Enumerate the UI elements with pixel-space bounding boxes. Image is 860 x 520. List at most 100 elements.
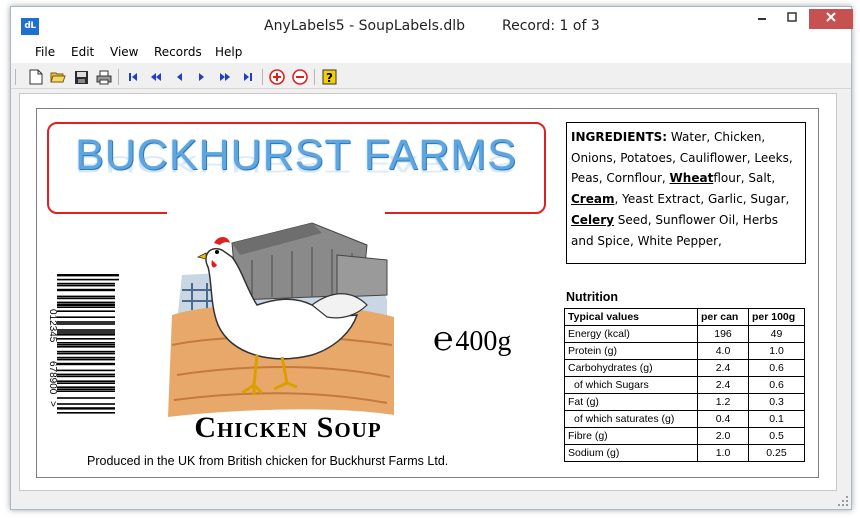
print-button[interactable]: [95, 68, 113, 86]
per-can-value: 2.0: [697, 427, 749, 445]
nutrition-row: Fat (g) 1.2 0.3: [564, 393, 805, 411]
per-100g-value: 49: [748, 325, 805, 343]
chicken-illustration[interactable]: [162, 205, 397, 420]
barcode[interactable]: 5 012345 678900 >: [43, 272, 123, 417]
barcode-bar: [57, 316, 115, 318]
next-record-icon: [199, 73, 204, 81]
add-record-button[interactable]: [268, 68, 286, 86]
per-100g-value: 0.5: [748, 427, 805, 445]
barcode-bar: [57, 362, 115, 366]
design-canvas[interactable]: BUCKHURST FARMS BUCKHURST FARMS 012345 6…: [19, 93, 837, 491]
allergen-celery: Celery: [571, 212, 614, 227]
column-header: per can: [697, 308, 749, 326]
toolbar-separator: [118, 69, 119, 85]
maximize-icon: [787, 12, 797, 22]
barcode-bar: [57, 397, 115, 399]
new-button[interactable]: [27, 68, 45, 86]
per-100g-value: 0.1: [748, 410, 805, 428]
per-100g-value: 1.0: [748, 342, 805, 360]
nutrition-row: Energy (kcal) 196 49: [564, 325, 805, 343]
nutrition-table[interactable]: Typical values per can per 100g Energy (…: [564, 308, 805, 462]
app-window: dL AnyLabels5 - SoupLabels.dlb Record: 1…: [10, 6, 853, 510]
toolbar: ?: [11, 65, 851, 89]
allergen-wheat: Wheat: [669, 171, 714, 186]
open-icon: [50, 72, 66, 83]
nutrient-name: Energy (kcal): [564, 325, 698, 343]
barcode-bar: [57, 342, 115, 344]
add-record-icon: [269, 69, 285, 85]
barcode-bar: [57, 388, 115, 390]
soup-label[interactable]: BUCKHURST FARMS BUCKHURST FARMS 012345 6…: [36, 108, 819, 478]
svg-text:?: ?: [326, 71, 333, 85]
save-button[interactable]: [72, 68, 90, 86]
menu-help[interactable]: Help: [215, 45, 242, 59]
column-header: Typical values: [564, 308, 698, 326]
menu-records[interactable]: Records: [154, 45, 202, 59]
help-icon: ?: [322, 69, 336, 85]
barcode-bar: [57, 375, 115, 378]
menu-edit[interactable]: Edit: [71, 45, 94, 59]
menu-file[interactable]: File: [35, 45, 55, 59]
help-button[interactable]: ?: [320, 68, 338, 86]
menu-view[interactable]: View: [110, 45, 138, 59]
per-can-value: 4.0: [697, 342, 749, 360]
ingredients-box[interactable]: INGREDIENTS: Water, Chicken, Onions, Pot…: [566, 122, 806, 264]
per-can-value: 196: [697, 325, 749, 343]
ingredients-text: , Yeast Extract, Garlic, Sugar,: [614, 192, 790, 207]
maximize-button[interactable]: [777, 9, 807, 29]
barcode-bar: [57, 297, 115, 300]
barcode-bar: [57, 356, 115, 359]
allergen-cream: Cream: [571, 192, 615, 207]
barcode-bar: [57, 331, 115, 333]
barcode-bar: [57, 390, 115, 392]
barcode-bar: [57, 382, 115, 384]
first-record-button[interactable]: [124, 68, 142, 86]
delete-record-button[interactable]: [291, 68, 309, 86]
toolbar-separator: [314, 69, 315, 85]
product-name[interactable]: Chicken Soup: [163, 411, 413, 445]
barcode-bar: [57, 303, 115, 306]
open-button[interactable]: [49, 68, 67, 86]
column-header: per 100g: [748, 308, 805, 326]
barcode-bar: [57, 323, 115, 325]
barcode-bar: [57, 306, 115, 308]
nutrient-name: of which saturates (g): [564, 410, 698, 428]
barcode-bar: [57, 321, 115, 323]
origin-statement[interactable]: Produced in the UK from British chicken …: [87, 454, 448, 468]
barcode-bar: [57, 288, 115, 292]
per-can-value: 2.4: [697, 376, 749, 394]
app-icon[interactable]: dL: [21, 18, 39, 35]
barcode-bar: [57, 352, 115, 355]
rewind-button[interactable]: [147, 68, 165, 86]
barcode-bar: [57, 278, 119, 281]
nutrition-row: Fibre (g) 2.0 0.5: [564, 427, 805, 445]
resize-grip-icon[interactable]: [837, 495, 849, 507]
close-button[interactable]: [809, 9, 853, 29]
nutrient-name: Fat (g): [564, 393, 698, 411]
next-record-button[interactable]: [193, 68, 211, 86]
new-icon: [29, 69, 43, 85]
brand-name[interactable]: BUCKHURST FARMS: [61, 131, 531, 180]
last-record-button[interactable]: [239, 68, 257, 86]
per-100g-value: 0.3: [748, 393, 805, 411]
nutrition-title[interactable]: Nutrition: [566, 290, 618, 304]
menu-bar: File Edit View Records Help: [11, 39, 851, 63]
minimize-button[interactable]: [747, 9, 777, 29]
barcode-bar: [57, 282, 115, 285]
barcode-digits: 678900: [47, 361, 58, 395]
close-icon: [826, 12, 836, 22]
nutrition-header-row: Typical values per can per 100g: [564, 308, 805, 326]
print-icon: [96, 70, 112, 84]
per-100g-value: 0.25: [748, 444, 805, 462]
previous-record-button[interactable]: [170, 68, 188, 86]
window-title: AnyLabels5 - SoupLabels.dlb: [264, 18, 466, 34]
barcode-bar: [57, 412, 115, 414]
barcode-bar: [57, 295, 115, 298]
fast-forward-button[interactable]: [216, 68, 234, 86]
title-bar[interactable]: dL AnyLabels5 - SoupLabels.dlb Record: 1…: [11, 7, 853, 39]
net-weight[interactable]: ℮400g: [433, 321, 511, 359]
per-can-value: 2.4: [697, 359, 749, 377]
nutrient-name: Fibre (g): [564, 427, 698, 445]
minimize-icon: [758, 18, 766, 20]
barcode-bar: [57, 380, 115, 382]
